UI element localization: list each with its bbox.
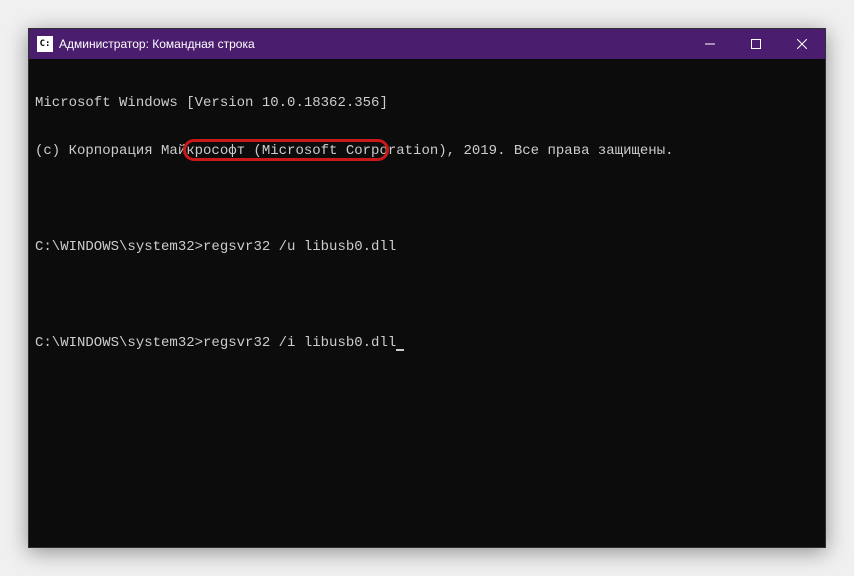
terminal-area[interactable]: Microsoft Windows [Version 10.0.18362.35… xyxy=(29,59,825,547)
maximize-button[interactable] xyxy=(733,29,779,59)
close-button[interactable] xyxy=(779,29,825,59)
window-title: Администратор: Командная строка xyxy=(59,37,687,51)
command-text: regsvr32 /u libusb0.dll xyxy=(203,239,396,255)
cmd-icon: C: xyxy=(37,36,53,52)
window-controls xyxy=(687,29,825,59)
text-cursor xyxy=(396,349,404,351)
output-line: (c) Корпорация Майкрософт (Microsoft Cor… xyxy=(35,143,819,159)
command-line: C:\WINDOWS\system32>regsvr32 /u libusb0.… xyxy=(35,239,819,255)
command-prompt-window: C: Администратор: Командная строка Micro… xyxy=(28,28,826,548)
minimize-icon xyxy=(705,39,715,49)
blank-line xyxy=(35,191,819,207)
command-text: regsvr32 /i libusb0.dll xyxy=(203,335,396,351)
blank-line xyxy=(35,287,819,303)
prompt-text: C:\WINDOWS\system32> xyxy=(35,335,203,351)
current-command-line: C:\WINDOWS\system32>regsvr32 /i libusb0.… xyxy=(35,335,819,351)
titlebar[interactable]: C: Администратор: Командная строка xyxy=(29,29,825,59)
prompt-text: C:\WINDOWS\system32> xyxy=(35,239,203,255)
output-line: Microsoft Windows [Version 10.0.18362.35… xyxy=(35,95,819,111)
close-icon xyxy=(797,39,807,49)
minimize-button[interactable] xyxy=(687,29,733,59)
maximize-icon xyxy=(751,39,761,49)
